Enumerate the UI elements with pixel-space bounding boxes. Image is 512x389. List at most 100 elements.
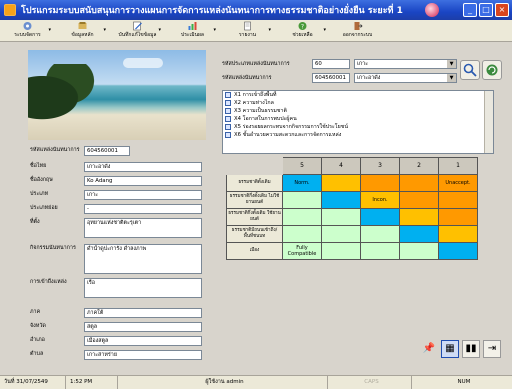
view-switcher: 📌 ▦ ▮▮ ⇥ [420, 340, 501, 358]
matrix-cell: Unaccept. [438, 174, 478, 192]
pin-icon[interactable]: 📌 [420, 340, 438, 358]
toolbar-edit[interactable]: บันทึกแก้ไขข้อมูล ▾ [110, 20, 165, 41]
site-selector-row: รหัสแหล่งนันทนาการ 604560001 เกาะอาดัง ▼ [222, 72, 457, 83]
matrix-col-header: 2 [399, 157, 439, 175]
status-user: ผู้ใช้งาน admin [118, 376, 328, 389]
title-bar: โปรแกรมระบบสนับสนุนการวางแผนการจัดการแหล… [0, 0, 512, 20]
site-combo[interactable]: เกาะอาดัง ▼ [354, 72, 457, 83]
location-input[interactable]: อุทยานแห่งชาติตะรุเตา [84, 218, 202, 238]
field-label: ตำบล [30, 351, 44, 357]
matrix-cell [399, 191, 439, 209]
search-icon [463, 63, 477, 77]
matrix-cell [321, 174, 361, 192]
list-item[interactable]: X4 โอกาสในการพบปะผู้คน [223, 115, 493, 123]
site-photo [28, 50, 206, 140]
criteria-list[interactable]: X1 การเข้าถึงพื้นที่ X2 ความห่างไกล X3 ค… [222, 90, 494, 154]
matrix-cell: Fully Compatible [282, 242, 322, 260]
matrix-cell [321, 208, 361, 226]
site-code-input[interactable]: 604560001 [84, 146, 130, 156]
list-item[interactable]: X3 ความเป็นธรรมชาติ [223, 107, 493, 115]
province-input[interactable]: สตูล [84, 322, 202, 332]
app-icon [4, 4, 16, 16]
toolbar-label: ช่วยเหลือ [292, 32, 313, 38]
subdistrict-input[interactable]: เกาะสาหร่าย [84, 350, 202, 360]
list-scrollbar[interactable] [484, 91, 493, 153]
toolbar-report[interactable]: รายงาน ▾ [220, 20, 275, 41]
minimize-button[interactable]: _ [463, 3, 477, 17]
access-input[interactable]: เรือ [84, 278, 202, 298]
type-code-input[interactable]: 60 [312, 58, 350, 69]
english-name-input[interactable]: Ko Adang [84, 176, 202, 186]
chevron-down-icon[interactable]: ▼ [447, 59, 456, 68]
toolbar-data[interactable]: ข้อมูลหลัก ▾ [55, 20, 110, 41]
edit-icon [133, 21, 142, 31]
type-input[interactable]: เกาะ [84, 190, 202, 200]
type-code-label: รหัสประเภทแหล่งนันทนาการ [222, 60, 290, 67]
field-label: ประเภท [30, 191, 49, 197]
window-controls: _ □ × [463, 3, 509, 17]
list-item[interactable]: X6 ชั้นอำนวยความสะดวกและการจัดการแหล่ง [223, 131, 493, 139]
field-label: อำเภอ [30, 337, 45, 343]
site-info-panel: รหัสแหล่งนันทนาการ 604560001 ชื่อไทย เกา… [24, 50, 212, 375]
field-label: ประเภทย่อย [30, 205, 58, 211]
list-item[interactable]: X1 การเข้าถึงพื้นที่ [223, 91, 493, 99]
window-title: โปรแกรมระบบสนับสนุนการวางแผนการจัดการแหล… [21, 6, 403, 16]
matrix-cell [399, 208, 439, 226]
activities-input[interactable]: ดำน้ำดูปะการัง ดำลงภาพ [84, 244, 202, 274]
toolbar-label: ระบบจัดการ [14, 32, 41, 38]
list-item[interactable]: X2 ความห่างไกล [223, 99, 493, 107]
chart-view-icon[interactable]: ▮▮ [462, 340, 480, 358]
matrix-row-label: ธรรมชาติกึ่งดั้งเดิม ใช้ยานยนต์ [226, 208, 283, 226]
list-item-label: X2 ความห่างไกล [234, 100, 274, 106]
field-activities: กิจกรรมนันทนาการ ดำน้ำดูปะการัง ดำลงภาพ [30, 244, 202, 274]
status-date: วันที่ 31/07/2549 [0, 376, 66, 389]
field-label: ชื่อไทย [30, 163, 47, 169]
toolbar-manage[interactable]: ระบบจัดการ ▾ [0, 20, 55, 41]
field-label: ภาค [30, 309, 41, 315]
field-type: ประเภท เกาะ [30, 190, 202, 201]
chevron-down-icon[interactable]: ▼ [447, 73, 456, 82]
subtype-input[interactable]: - [84, 204, 202, 214]
type-combo[interactable]: เกาะ ▼ [354, 58, 457, 69]
toolbar-evaluate[interactable]: ประเมินผล ▾ [165, 20, 220, 41]
globe-logo-icon [425, 3, 439, 17]
refresh-button[interactable] [482, 60, 502, 80]
table-view-icon[interactable]: ▦ [441, 340, 459, 358]
site-code-select-input[interactable]: 604560001 [312, 72, 350, 83]
dropdown-arrow-icon: ▾ [158, 27, 161, 33]
field-label: กิจกรรมนันทนาการ [30, 245, 76, 251]
exit-door-icon[interactable]: ⇥ [483, 340, 501, 358]
status-caps: CAPS [328, 376, 412, 389]
criteria-icon [225, 100, 231, 106]
matrix-cell [438, 242, 478, 260]
main-toolbar: ระบบจัดการ ▾ ข้อมูลหลัก ▾ บันทึกแก้ไขข้อ… [0, 20, 512, 42]
list-item[interactable]: X5 ร่องรอยผลกระทบจากกิจกรรมการใช้ประโยชน… [223, 123, 493, 131]
search-button[interactable] [460, 60, 480, 80]
dropdown-arrow-icon: ▾ [48, 27, 51, 33]
matrix-col-header: 1 [438, 157, 478, 175]
dropdown-arrow-icon: ▾ [103, 27, 106, 33]
district-input[interactable]: เมืองสตูล [84, 336, 202, 346]
thai-name-input[interactable]: เกาะอาดัง [84, 162, 202, 172]
list-item-label: X5 ร่องรอยผลกระทบจากกิจกรรมการใช้ประโยชน… [234, 124, 348, 130]
matrix-cell [399, 225, 439, 243]
matrix-cell [360, 174, 400, 192]
field-label: ชื่ออังกฤษ [30, 177, 53, 183]
dropdown-arrow-icon: ▾ [213, 27, 216, 33]
toolbar-label: ออกจากระบบ [342, 32, 373, 38]
close-button[interactable]: × [495, 3, 509, 17]
status-time: 1:52 PM [66, 376, 118, 389]
status-num: NUM [457, 379, 471, 385]
matrix-col-header: 3 [360, 157, 400, 175]
maximize-button[interactable]: □ [479, 3, 493, 17]
toolbar-help[interactable]: ? ช่วยเหลือ ▾ [275, 20, 330, 41]
criteria-icon [225, 132, 231, 138]
list-item-label: X4 โอกาสในการพบปะผู้คน [234, 116, 297, 122]
matrix-cell [438, 191, 478, 209]
toolbar-exit[interactable]: ออกจากระบบ [330, 20, 385, 41]
region-input[interactable]: ภาคใต้ [84, 308, 202, 318]
matrix-cell [399, 242, 439, 260]
field-thai-name: ชื่อไทย เกาะอาดัง [30, 162, 202, 173]
dropdown-arrow-icon: ▾ [323, 27, 326, 33]
matrix-row-label: เมือง [226, 242, 283, 260]
